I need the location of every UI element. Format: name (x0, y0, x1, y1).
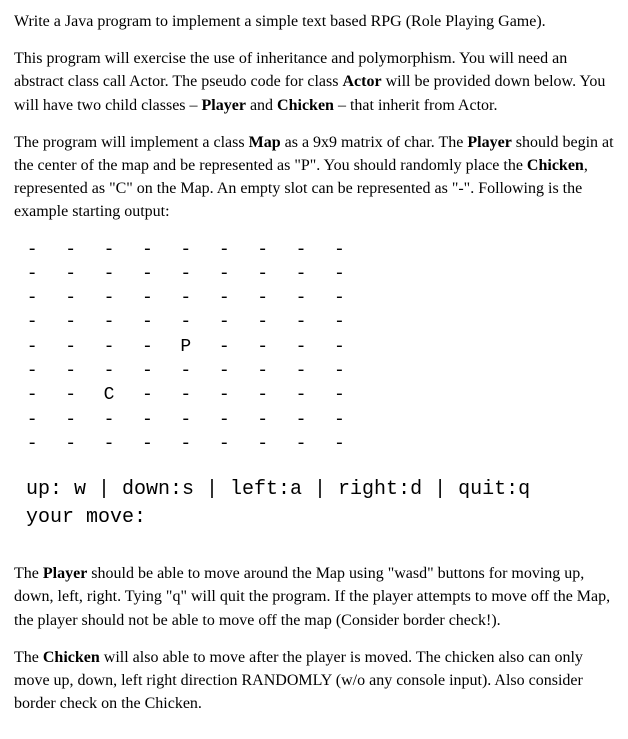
p4-text-c: should be able to move around the Map us… (14, 565, 610, 628)
player-bold-3: Player (43, 565, 87, 582)
p3-text-a: The program will implement a class (14, 134, 249, 151)
player-movement-paragraph: The Player should be able to move around… (14, 562, 614, 632)
inheritance-paragraph: This program will exercise the use of in… (14, 47, 614, 117)
actor-bold: Actor (342, 73, 381, 90)
map-paragraph: The program will implement a class Map a… (14, 131, 614, 224)
p2-text-e: and (246, 97, 277, 114)
p5-text-c: will also able to move after the player … (14, 649, 583, 712)
intro-paragraph: Write a Java program to implement a simp… (14, 10, 614, 33)
p2-text-g: – that inherit from Actor. (334, 97, 498, 114)
player-bold-2: Player (467, 134, 511, 151)
chicken-bold-2: Chicken (527, 157, 584, 174)
chicken-movement-paragraph: The Chicken will also able to move after… (14, 646, 614, 716)
player-bold-1: Player (202, 97, 246, 114)
chicken-bold-3: Chicken (43, 649, 100, 666)
map-grid-output: - - - - - - - - - - - - - - - - - - - - … (14, 238, 614, 457)
p3-text-c: as a 9x9 matrix of char. The (281, 134, 468, 151)
p4-text-a: The (14, 565, 43, 582)
map-bold: Map (249, 134, 281, 151)
controls-output: up: w | down:s | left:a | right:d | quit… (14, 476, 614, 532)
chicken-bold-1: Chicken (277, 97, 334, 114)
p5-text-a: The (14, 649, 43, 666)
